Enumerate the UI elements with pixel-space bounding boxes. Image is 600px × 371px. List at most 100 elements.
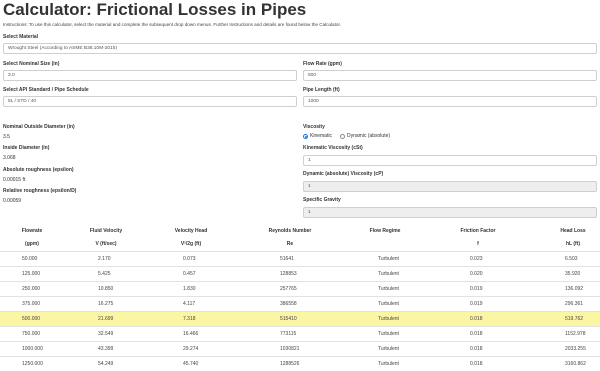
table-cell: 16.466 bbox=[183, 331, 199, 337]
dynamic-radio[interactable] bbox=[339, 133, 345, 139]
column-unit: hL (ft) bbox=[565, 241, 581, 247]
table-cell: 0.018 bbox=[470, 361, 483, 367]
table-cell: Turbulent bbox=[378, 361, 399, 367]
table-cell: 1152.978 bbox=[565, 331, 586, 337]
table-cell: 296.361 bbox=[565, 301, 584, 307]
table-cell: 0.019 bbox=[470, 286, 483, 292]
column-header: Reynolds Number bbox=[268, 228, 312, 234]
table-cell: 5.425 bbox=[98, 271, 111, 277]
table-cell: 250.000 bbox=[22, 286, 41, 292]
rel-roughness-value: 0.00059 bbox=[3, 198, 22, 204]
viscosity-radio-group: Kinematic Dynamic (absolute) bbox=[303, 133, 390, 139]
table-cell: 0.018 bbox=[470, 316, 483, 322]
table-row: 50.000 2.170 0.073 51641 Turbulent 0.023 6.503 bbox=[0, 251, 600, 266]
table-cell: 0.073 bbox=[183, 256, 196, 262]
kinematic-radio[interactable] bbox=[303, 133, 308, 139]
table-cell: 1.830 bbox=[183, 286, 196, 292]
table-cell: 0.023 bbox=[470, 256, 483, 262]
schedule-label: Select API Standard / Pipe Schedule bbox=[3, 87, 89, 93]
table-cell: 7.318 bbox=[183, 316, 196, 322]
pipe-length-input[interactable]: 1000 bbox=[303, 96, 597, 107]
table-cell: Turbulent bbox=[378, 346, 399, 352]
instructions-text: Instructions: To use this calculator, se… bbox=[3, 22, 342, 27]
page-title: Calculator: Frictional Losses in Pipes bbox=[3, 0, 307, 19]
table-row: 500.000 21.699 7.318 515410 Turbulent 0.018 51… bbox=[0, 311, 600, 326]
table-row: 125.000 5.425 0.457 128853 Turbulent 0.020 35.… bbox=[0, 266, 600, 281]
column-header: Flowrate bbox=[21, 228, 43, 234]
rel-roughness-label: Relative roughness (epsilon/D) bbox=[3, 188, 77, 194]
column-header: Flow Regime bbox=[369, 228, 401, 234]
table-row: 1250.000 54.249 45.740 1288526 Turbulent 0.01… bbox=[0, 356, 600, 371]
table-cell: 45.740 bbox=[183, 361, 199, 367]
schedule-select[interactable]: 5L / STD / 40 bbox=[3, 96, 297, 107]
material-label: Select Material bbox=[3, 34, 39, 40]
kinematic-radio-label: Kinematic bbox=[310, 133, 332, 139]
table-cell: Turbulent bbox=[378, 316, 399, 322]
table-row: 1000.000 43.399 29.274 1030821 Turbulent 0.01… bbox=[0, 341, 600, 356]
dynamic-viscosity-input: 1 bbox=[303, 181, 597, 192]
table-cell: 1250.000 bbox=[22, 361, 43, 367]
table-cell: Turbulent bbox=[378, 286, 399, 292]
column-header: Head Loss bbox=[560, 228, 586, 234]
viscosity-label: Viscosity bbox=[303, 124, 325, 130]
table-cell: 21.699 bbox=[98, 316, 114, 322]
table-cell: 128853 bbox=[280, 271, 297, 277]
table-cell: 43.399 bbox=[98, 346, 114, 352]
column-unit: f bbox=[477, 241, 479, 247]
column-unit: V (ft/sec) bbox=[95, 241, 117, 247]
table-cell: 2.170 bbox=[98, 256, 111, 262]
table-cell: 2033.255 bbox=[565, 346, 586, 352]
flow-rate-label: Flow Rate (gpm) bbox=[303, 61, 342, 67]
column-unit: V²/2g (ft) bbox=[180, 241, 202, 247]
dynamic-viscosity-label: Dynamic (absolute) Viscosity (cP) bbox=[303, 171, 384, 177]
kinematic-viscosity-input[interactable]: 1 bbox=[303, 155, 597, 166]
table-cell: 1288526 bbox=[280, 361, 300, 367]
table-cell: 1030821 bbox=[280, 346, 300, 352]
table-cell: 54.249 bbox=[98, 361, 114, 367]
table-cell: 10.850 bbox=[98, 286, 114, 292]
table-cell: 773115 bbox=[280, 331, 297, 337]
material-select[interactable]: Wrought Steel (According to ASME B36.10M… bbox=[3, 43, 597, 54]
table-cell: 51641 bbox=[280, 256, 294, 262]
table-cell: 0.018 bbox=[470, 331, 483, 337]
column-header: Velocity Head bbox=[174, 228, 208, 234]
table-cell: 515410 bbox=[280, 316, 297, 322]
table-row: 375.000 16.275 4.117 386558 Turbulent 0.019 29… bbox=[0, 296, 600, 311]
table-cell: 136.092 bbox=[565, 286, 584, 292]
pipe-length-label: Pipe Length (ft) bbox=[303, 87, 340, 93]
table-cell: 35.920 bbox=[565, 271, 581, 277]
table-cell: Turbulent bbox=[378, 331, 399, 337]
inside-diameter-value: 3.068 bbox=[3, 155, 16, 161]
column-unit: Re bbox=[286, 241, 294, 247]
table-cell: 16.275 bbox=[98, 301, 114, 307]
nominal-size-select[interactable]: 3.0 bbox=[3, 70, 297, 81]
flow-rate-input[interactable]: 500 bbox=[303, 70, 597, 81]
table-cell: Turbulent bbox=[378, 271, 399, 277]
table-cell: 375.000 bbox=[22, 301, 41, 307]
table-cell: 1000.000 bbox=[22, 346, 43, 352]
table-cell: 32.549 bbox=[98, 331, 114, 337]
table-cell: 125.000 bbox=[22, 271, 41, 277]
specific-gravity-label: Specific Gravity bbox=[303, 197, 341, 203]
table-cell: 3160.862 bbox=[565, 361, 586, 367]
kinematic-viscosity-label: Kinematic Viscosity (cSt) bbox=[303, 145, 363, 151]
table-cell: 0.457 bbox=[183, 271, 196, 277]
column-header: Fluid Velocity bbox=[89, 228, 123, 234]
inside-diameter-label: Inside Diameter (in) bbox=[3, 145, 50, 151]
column-header: Friction Factor bbox=[460, 228, 496, 234]
table-cell: 386558 bbox=[280, 301, 297, 307]
table-row: 250.000 10.850 1.830 257765 Turbulent 0.019 13… bbox=[0, 281, 600, 296]
abs-roughness-label: Absolute roughness (epsilon) bbox=[3, 167, 74, 173]
table-cell: 50.000 bbox=[22, 256, 38, 262]
table-cell: Turbulent bbox=[378, 256, 399, 262]
table-row: 750.000 32.549 16.466 773115 Turbulent 0.018 1… bbox=[0, 326, 600, 341]
dynamic-radio-label: Dynamic (absolute) bbox=[346, 133, 391, 139]
table-cell: 0.019 bbox=[470, 301, 483, 307]
specific-gravity-input: 1 bbox=[303, 207, 597, 218]
table-cell: Turbulent bbox=[378, 301, 399, 307]
outside-diameter-label: Nominal Outside Diameter (in) bbox=[3, 124, 75, 130]
table-cell: 500.000 bbox=[22, 316, 41, 322]
table-cell: 257765 bbox=[280, 286, 297, 292]
table-cell: 0.020 bbox=[470, 271, 483, 277]
table-cell: 750.000 bbox=[22, 331, 41, 337]
